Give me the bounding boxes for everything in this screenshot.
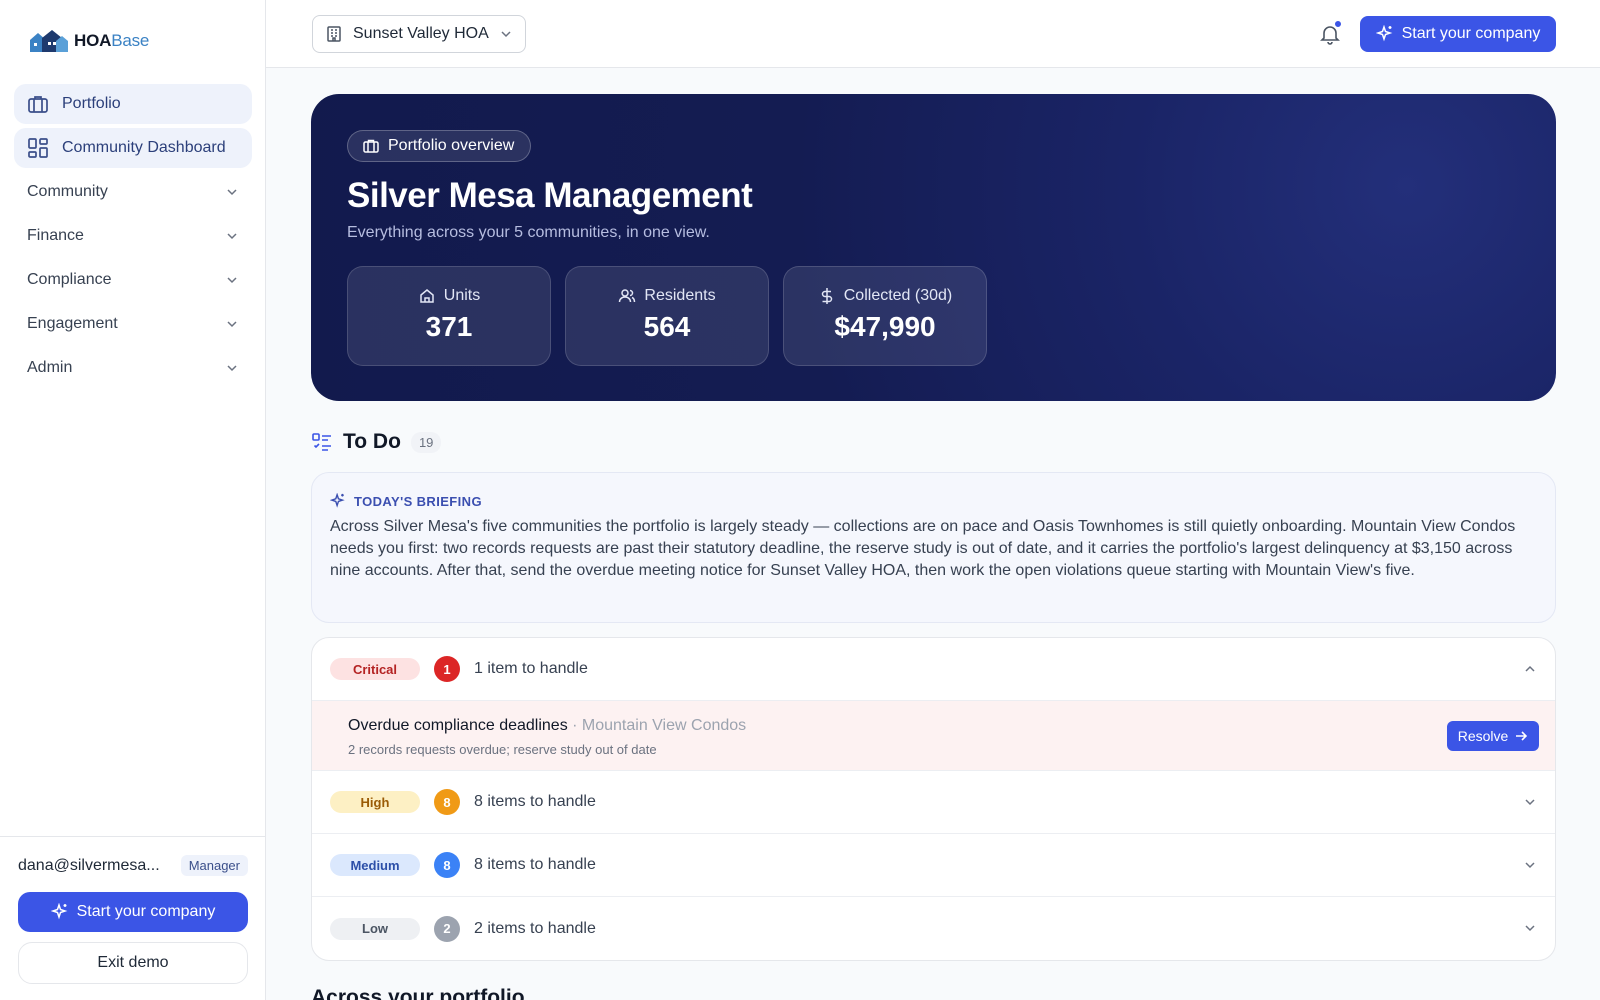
stat-collected: Collected (30d) $47,990: [783, 266, 987, 366]
sidebar-item-portfolio[interactable]: Portfolio: [14, 84, 252, 124]
sparkle-icon: [330, 493, 345, 508]
chevron-down-icon: [227, 365, 237, 372]
brand-name: HOABase: [74, 31, 150, 50]
sidebar-group-community[interactable]: Community: [14, 172, 252, 212]
sparkle-icon: [1375, 25, 1392, 42]
task-title: Overdue compliance deadlines · Mountain …: [348, 717, 747, 734]
briefcase-icon: [363, 139, 379, 153]
briefing-tag: TODAY'S BRIEFING: [330, 493, 482, 509]
chevron-down-icon: [1525, 925, 1535, 932]
home-icon: [420, 289, 434, 303]
role-badge: Manager: [180, 855, 248, 876]
todo-count-badge: 19: [410, 431, 442, 453]
sidebar-group-label: Finance: [27, 227, 84, 244]
user-info: dana@silvermesa... Manager: [18, 855, 248, 876]
stat-label: Units: [348, 287, 550, 305]
priority-text: 2 items to handle: [474, 919, 596, 937]
priority-row-critical[interactable]: Critical 1 1 item to handle: [312, 638, 1555, 701]
briefing-text: Across Silver Mesa's five communities th…: [330, 518, 1516, 579]
priority-text: 1 item to handle: [474, 660, 588, 677]
sparkle-icon: [50, 903, 67, 920]
sidebar-group-label: Compliance: [27, 271, 112, 288]
sidebar-group-admin[interactable]: Admin: [14, 348, 252, 388]
sidebar-footer: dana@silvermesa... Manager Start your co…: [0, 836, 266, 1000]
brand-logo[interactable]: HOABase: [28, 28, 149, 54]
sidebar-group-label: Engagement: [27, 315, 118, 332]
notifications-button[interactable]: [1316, 20, 1344, 48]
dollar-icon: [821, 288, 832, 304]
chevron-down-icon: [227, 321, 237, 328]
priority-text: 8 items to handle: [474, 856, 596, 873]
stat-value: 564: [643, 311, 691, 342]
sidebar-nav: Portfolio Community Dashboard Community …: [14, 84, 252, 392]
users-icon: [619, 289, 636, 303]
sidebar-group-label: Admin: [27, 359, 73, 376]
todays-briefing: TODAY'S BRIEFING Across Silver Mesa's fi…: [311, 472, 1556, 623]
chevron-down-icon: [227, 277, 237, 284]
start-company-label: Start your company: [1401, 25, 1541, 42]
selected-community: Sunset Valley HOA: [353, 25, 489, 42]
start-company-button-top[interactable]: Start your company: [1360, 16, 1556, 52]
task-detail: 2 records requests overdue; reserve stud…: [348, 742, 657, 757]
portfolio-overview-pill: Portfolio overview: [347, 130, 532, 162]
start-company-button[interactable]: Start your company: [18, 892, 248, 932]
task-community: Mountain View Condos: [581, 717, 747, 734]
portfolio-hero: Portfolio overview Silver Mesa Managemen…: [311, 94, 1556, 401]
chevron-up-icon: [1525, 665, 1535, 672]
sidebar-group-label: Community: [27, 183, 108, 200]
count-badge: 8: [434, 789, 460, 815]
todo-header: To Do 19: [311, 430, 442, 454]
stat-residents: Residents 564: [565, 266, 769, 366]
houses-logo-icon: [30, 30, 68, 52]
pill-label: Portfolio overview: [388, 137, 515, 154]
priority-row-medium[interactable]: Medium 8 8 items to handle: [312, 834, 1555, 897]
status-badge: Medium: [330, 854, 420, 876]
sidebar-group-compliance[interactable]: Compliance: [14, 260, 252, 300]
exit-demo-button[interactable]: Exit demo: [18, 942, 248, 984]
status-badge: Low: [330, 917, 420, 940]
todo-title: To Do: [343, 430, 401, 453]
priority-row-low[interactable]: Low 2 2 items to handle: [312, 897, 1555, 960]
sidebar-group-engagement[interactable]: Engagement: [14, 304, 252, 344]
stat-label: Residents: [566, 287, 768, 305]
building-icon: [327, 26, 341, 42]
chevron-down-icon: [1525, 799, 1535, 806]
user-email: dana@silvermesa...: [18, 856, 160, 874]
count-badge: 2: [434, 915, 460, 942]
chevron-down-icon: [501, 31, 511, 38]
start-company-label: Start your company: [76, 903, 216, 920]
sidebar: HOABase Portfolio Community Dashboard Co…: [0, 0, 266, 1000]
stat-label: Collected (30d): [784, 287, 986, 305]
chevron-down-icon: [227, 233, 237, 240]
dashboard-grid-icon: [27, 137, 49, 159]
briefcase-icon: [27, 93, 49, 115]
count-badge: 8: [434, 852, 460, 878]
stat-value: $47,990: [834, 311, 936, 342]
community-selector[interactable]: Sunset Valley HOA: [312, 15, 526, 53]
checklist-icon: [312, 433, 331, 451]
sidebar-group-finance[interactable]: Finance: [14, 216, 252, 256]
count-badge: 1: [434, 656, 460, 682]
priority-text: 8 items to handle: [474, 793, 596, 810]
page-title: Silver Mesa Management: [347, 176, 753, 215]
sidebar-item-label: Community Dashboard: [62, 139, 226, 156]
page-subtitle: Everything across your 5 communities, in…: [347, 224, 710, 241]
notification-dot: [1334, 20, 1342, 28]
chevron-down-icon: [1525, 862, 1535, 869]
arrow-right-icon: [1516, 731, 1528, 741]
stat-value: 371: [425, 311, 473, 342]
exit-demo-label: Exit demo: [97, 954, 169, 971]
status-badge: High: [330, 791, 420, 813]
chevron-down-icon: [227, 189, 237, 196]
priority-panel: Critical 1 1 item to handle Overdue comp…: [311, 637, 1556, 961]
top-bar: Sunset Valley HOA Start your company: [266, 0, 1600, 68]
sidebar-item-community-dashboard[interactable]: Community Dashboard: [14, 128, 252, 168]
sidebar-item-label: Portfolio: [62, 95, 121, 112]
resolve-button[interactable]: Resolve: [1447, 721, 1539, 751]
critical-task-item: Overdue compliance deadlines · Mountain …: [312, 701, 1555, 771]
section-title-portfolio: Across your portfolio: [311, 986, 525, 1000]
status-badge: Critical: [330, 658, 420, 680]
priority-row-high[interactable]: High 8 8 items to handle: [312, 771, 1555, 834]
stat-units: Units 371: [347, 266, 551, 366]
